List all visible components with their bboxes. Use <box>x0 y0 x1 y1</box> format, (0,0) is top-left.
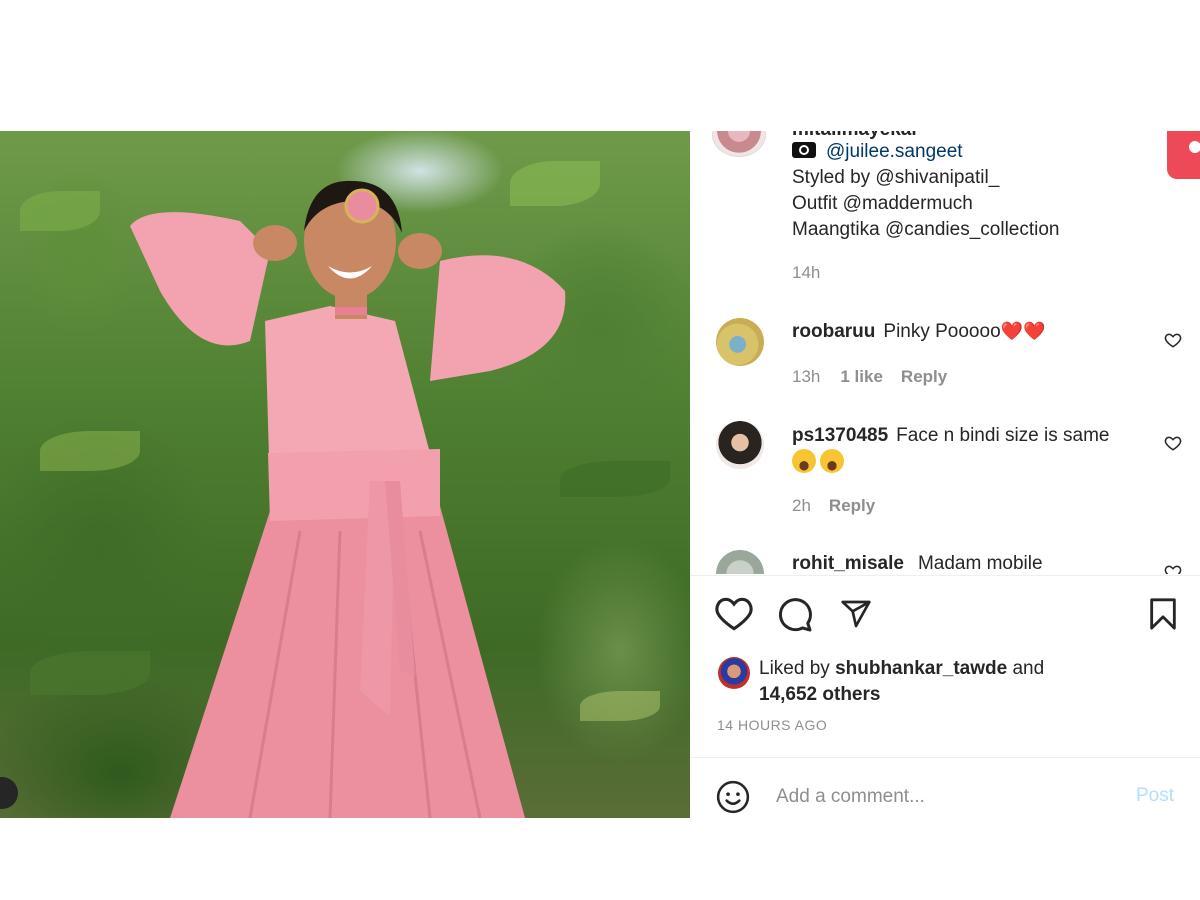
person-figure <box>130 180 566 818</box>
divider <box>690 575 1200 576</box>
comment-meta: 2h Reply <box>792 496 875 516</box>
comment-time: 13h <box>792 367 821 386</box>
owner-username[interactable]: mitalimayekar <box>792 131 919 141</box>
camera-icon <box>792 142 816 158</box>
caption-time: 14h <box>792 263 821 282</box>
profile-badge-icon[interactable] <box>1167 131 1200 179</box>
comment-body: Pinky Pooooo <box>883 321 1001 342</box>
owner-avatar[interactable] <box>712 131 766 157</box>
comment-text: rohit_misale Madam mobile <box>792 553 1043 574</box>
liked-by-conj: and <box>1012 658 1045 679</box>
caption-line-photo-credit: @juilee.sangeet <box>792 141 963 163</box>
likes-others-count[interactable]: 14,652 others <box>759 684 880 705</box>
caption-line-outfit: Outfit @maddermuch <box>792 193 973 214</box>
comment-meta: 13h 1 like Reply <box>792 367 947 387</box>
comment-text: roobaruu Pinky Pooooo❤️❤️ <box>792 321 1045 343</box>
bookmark-icon[interactable] <box>1148 597 1178 631</box>
caption-mention[interactable]: @juilee.sangeet <box>826 141 963 162</box>
laughing-emoji <box>820 449 844 473</box>
commenter-avatar[interactable] <box>716 421 764 469</box>
caption-line-styled-by: Styled by @shivanipatil_ <box>792 167 1000 188</box>
divider <box>690 757 1200 758</box>
commenter-avatar[interactable] <box>716 550 764 574</box>
heart-emoji: ❤️❤️ <box>1000 321 1046 341</box>
comments-list[interactable]: mitalimayekar @juilee.sangeet Styled by … <box>690 131 1200 574</box>
post-button[interactable]: Post <box>1136 785 1174 807</box>
post-timestamp[interactable]: 14 HOURS AGO <box>717 717 827 733</box>
laughing-emoji <box>792 449 816 473</box>
comment-likes-count[interactable]: 1 like <box>840 367 883 386</box>
reply-button[interactable]: Reply <box>901 367 947 386</box>
likes-summary[interactable]: Liked by shubhankar_tawde and 14,652 oth… <box>759 656 1044 708</box>
commenter-avatar[interactable] <box>716 318 764 366</box>
emoji-icon[interactable] <box>716 780 750 814</box>
comment-body: Face n bindi size is same <box>896 425 1110 446</box>
comment-time: 2h <box>792 496 811 515</box>
comment-like-icon[interactable] <box>1164 563 1182 574</box>
heart-icon[interactable] <box>715 597 753 631</box>
comment-text: ps1370485 Face n bindi size is same <box>792 425 1109 447</box>
comment-username[interactable]: ps1370485 <box>792 425 888 446</box>
comment-input[interactable] <box>776 783 1106 811</box>
liker-avatar[interactable] <box>718 657 750 689</box>
comment-icon[interactable] <box>777 597 813 633</box>
liked-by-prefix: Liked by <box>759 658 830 679</box>
comment-body: Madam mobile <box>917 553 1043 574</box>
comment-emoji-text: 😂😂 <box>848 449 849 450</box>
comment-username[interactable]: rohit_misale <box>792 553 904 574</box>
liker-username[interactable]: shubhankar_tawde <box>835 658 1007 679</box>
comment-like-icon[interactable] <box>1164 434 1182 452</box>
post-photo[interactable] <box>0 131 690 818</box>
comments-panel: mitalimayekar @juilee.sangeet Styled by … <box>690 131 1200 818</box>
share-icon[interactable] <box>839 598 873 630</box>
comment-emoji-line: 😂😂 <box>792 449 848 475</box>
comment-like-icon[interactable] <box>1164 331 1182 349</box>
reply-button[interactable]: Reply <box>829 496 875 515</box>
comment-username[interactable]: roobaruu <box>792 321 875 342</box>
caption-line-maangtika: Maangtika @candies_collection <box>792 219 1060 240</box>
